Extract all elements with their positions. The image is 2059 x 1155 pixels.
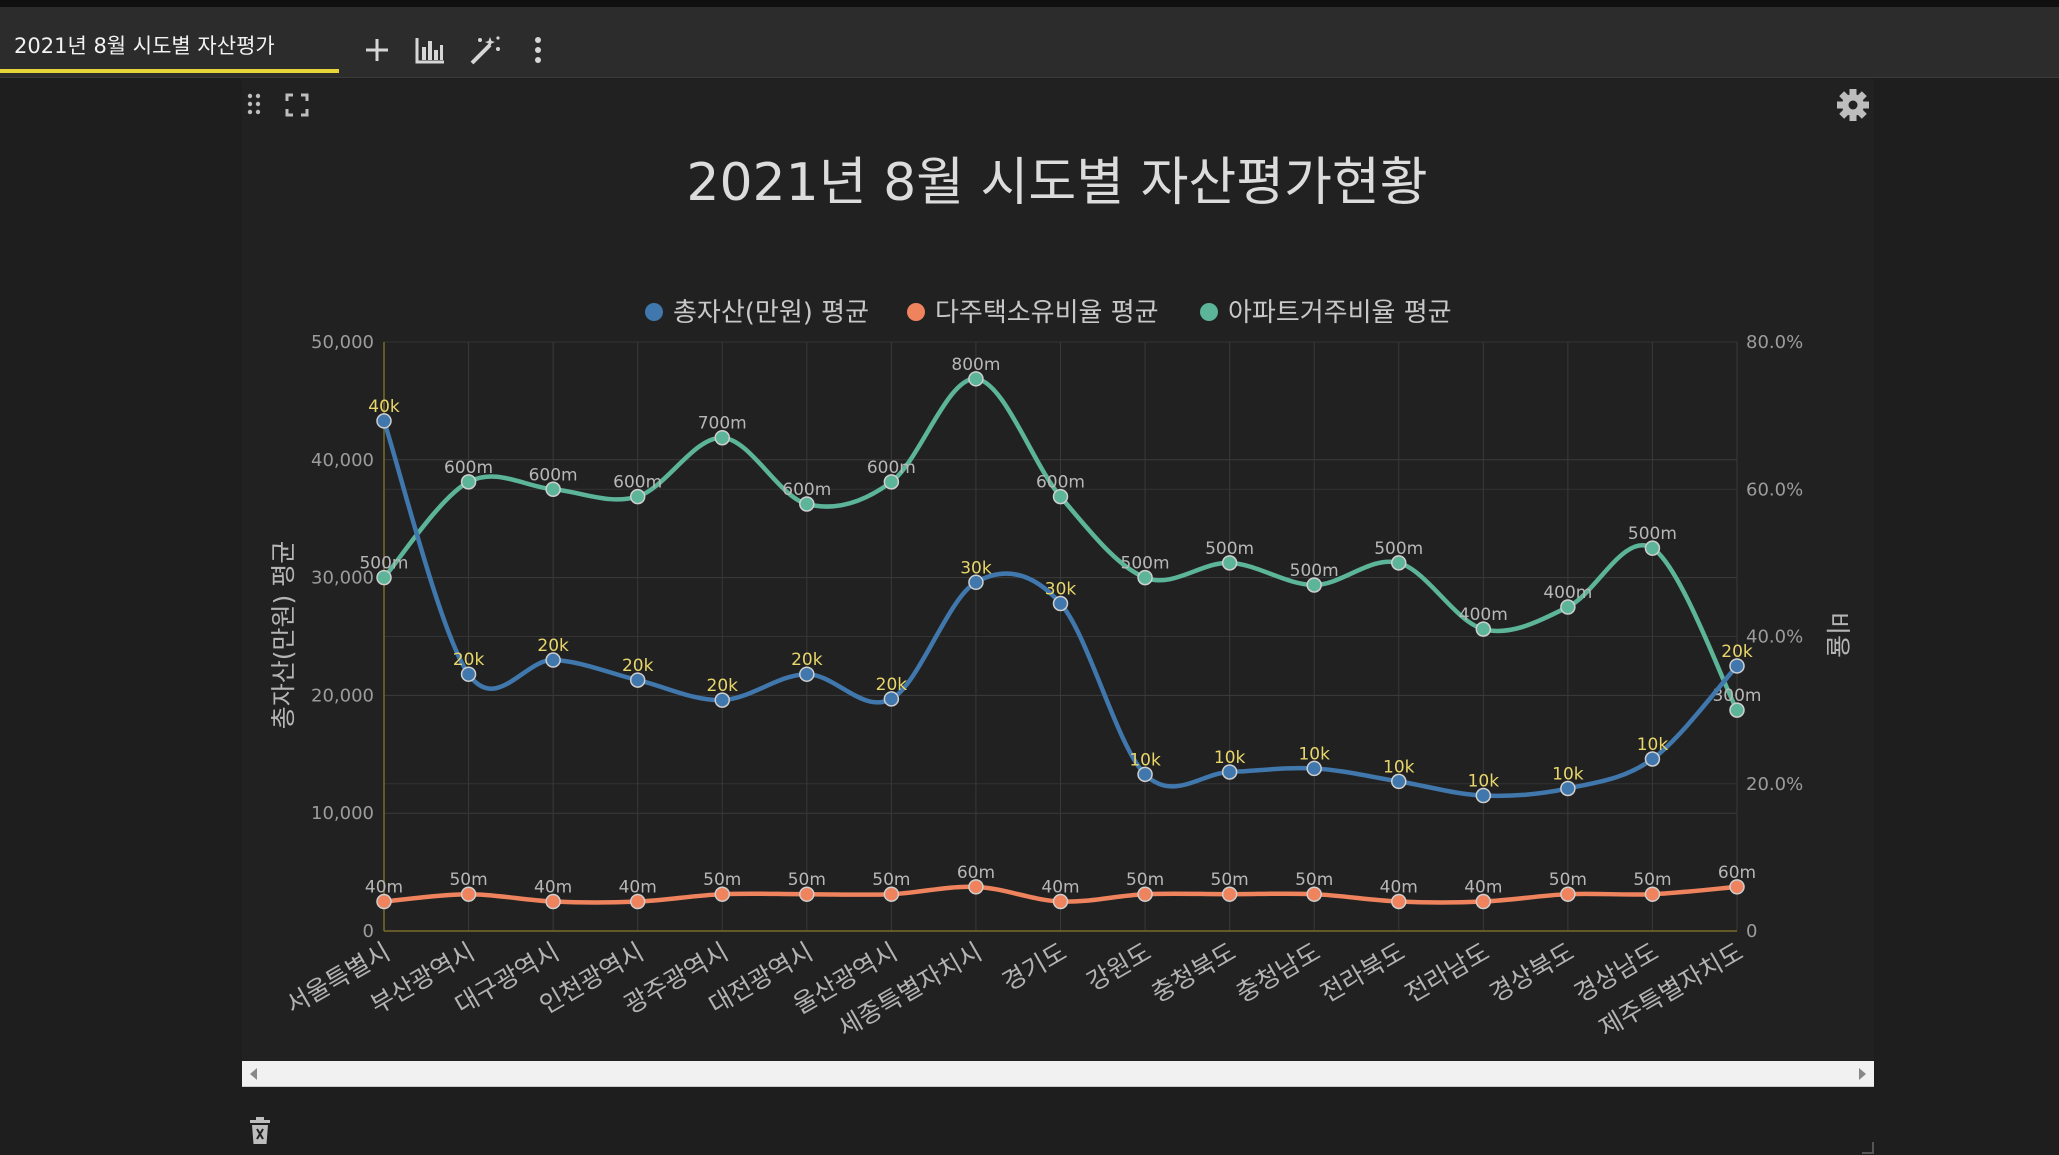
data-label: 10k — [1214, 748, 1246, 768]
data-label: 60m — [957, 863, 995, 883]
data-label: 600m — [444, 458, 493, 478]
data-label: 20k — [707, 676, 739, 696]
x-tick-label: 충청남도 — [1231, 937, 1325, 1008]
y-left-tick-label: 40,000 — [311, 450, 374, 471]
data-label: 500m — [359, 554, 408, 574]
data-label: 40m — [1380, 878, 1418, 898]
chart-legend: 총자산(만원) 평균 다주택소유비율 평균 아파트거주비율 평균 — [645, 298, 1452, 328]
chart-title: 2021년 8월 시도별 자산평가현황 — [686, 153, 1427, 213]
data-label: 10k — [1552, 764, 1584, 784]
data-label: 20k — [1721, 642, 1753, 662]
data-label: 600m — [613, 473, 662, 493]
data-label: 50m — [1126, 870, 1164, 890]
data-label: 50m — [788, 870, 826, 890]
data-label: 50m — [449, 870, 487, 890]
data-label: 40m — [1464, 878, 1502, 898]
y-left-tick-label: 0 — [363, 921, 374, 942]
data-label: 50m — [1211, 870, 1249, 890]
data-label: 40k — [368, 397, 400, 417]
x-tick-label: 강원도 — [1082, 937, 1156, 997]
data-label: 40m — [534, 878, 572, 898]
data-label: 10k — [1637, 735, 1669, 755]
data-label: 20k — [791, 650, 823, 670]
data-label: 700m — [698, 414, 747, 434]
data-label: 50m — [703, 870, 741, 890]
data-label: 600m — [867, 458, 916, 478]
x-tick-label: 경상북도 — [1485, 937, 1579, 1008]
legend-label: 총자산(만원) 평균 — [673, 298, 869, 328]
data-label: 50m — [872, 870, 910, 890]
chart-axes: 010,00020,00030,00040,00050,000020.0%40.… — [281, 332, 1803, 1043]
x-tick-label: 세종특별자치시 — [833, 937, 987, 1043]
data-label: 800m — [951, 355, 1000, 375]
x-tick-label: 충청북도 — [1146, 937, 1240, 1008]
data-label: 500m — [1628, 524, 1677, 544]
legend-label: 아파트거주비율 평균 — [1228, 298, 1452, 328]
y-right-tick-label: 80.0% — [1746, 332, 1803, 353]
x-tick-label: 제주특별자치도 — [1594, 937, 1748, 1043]
y-right-tick-label: 60.0% — [1746, 479, 1803, 500]
data-label: 500m — [1374, 539, 1423, 559]
data-label: 40m — [1041, 878, 1079, 898]
data-label: 500m — [1290, 561, 1339, 581]
data-label: 10k — [1468, 772, 1500, 792]
y-right-tick-label: 20.0% — [1746, 774, 1803, 795]
trash-icon[interactable] — [248, 1117, 272, 1145]
data-label: 600m — [529, 465, 578, 485]
resize-handle[interactable] — [1862, 1142, 1874, 1154]
data-label: 600m — [1036, 473, 1085, 493]
data-label: 50m — [1295, 870, 1333, 890]
y-left-tick-label: 20,000 — [311, 685, 374, 706]
data-label: 10k — [1298, 744, 1330, 764]
x-tick-label: 전라남도 — [1400, 937, 1494, 1008]
x-tick-label: 경기도 — [997, 937, 1071, 997]
legend-marker — [1200, 303, 1218, 321]
data-label: 10k — [1383, 757, 1415, 777]
scroll-left-arrow-icon[interactable] — [250, 1068, 257, 1080]
legend-marker — [645, 303, 663, 321]
y-left-tick-label: 50,000 — [311, 332, 374, 353]
y-axis-right-label: 비율 — [1823, 612, 1852, 658]
data-label: 400m — [1543, 583, 1592, 603]
data-label: 500m — [1121, 554, 1170, 574]
data-label: 60m — [1718, 863, 1756, 883]
data-label: 30k — [960, 558, 992, 578]
y-right-tick-label: 0 — [1746, 921, 1757, 942]
legend-marker — [907, 303, 925, 321]
data-label: 20k — [537, 636, 569, 656]
data-label: 10k — [1129, 750, 1161, 770]
legend-label: 다주택소유비율 평균 — [935, 298, 1159, 328]
line-chart: 2021년 8월 시도별 자산평가현황 총자산(만원) 평균 다주택소유비율 평균… — [269, 153, 1852, 1043]
y-left-tick-label: 10,000 — [311, 803, 374, 824]
y-right-tick-label: 40.0% — [1746, 627, 1803, 648]
data-label: 20k — [453, 650, 485, 670]
x-tick-label: 전라북도 — [1316, 937, 1410, 1008]
y-axis-left-label: 총자산(만원) 평균 — [269, 541, 298, 729]
data-label: 40m — [365, 878, 403, 898]
data-label: 500m — [1205, 539, 1254, 559]
horizontal-scrollbar[interactable] — [242, 1061, 1874, 1087]
data-label: 30k — [1045, 580, 1077, 600]
data-label: 50m — [1633, 870, 1671, 890]
data-label: 600m — [782, 480, 831, 500]
data-label: 400m — [1459, 605, 1508, 625]
data-label: 20k — [622, 656, 654, 676]
data-label: 50m — [1549, 870, 1587, 890]
scroll-right-arrow-icon[interactable] — [1859, 1068, 1866, 1080]
chart-grid — [383, 341, 1738, 932]
data-label: 40m — [619, 878, 657, 898]
data-label: 20k — [876, 675, 908, 695]
